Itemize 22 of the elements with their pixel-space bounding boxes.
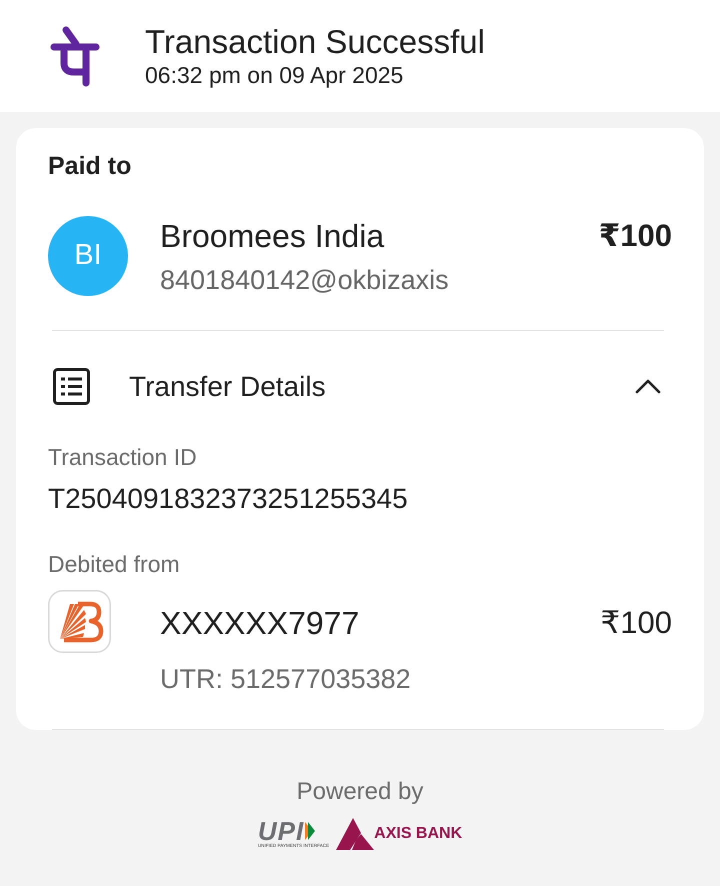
transaction-id: T2504091832373251255345 xyxy=(48,483,409,515)
field-label: Transaction ID xyxy=(48,443,198,471)
status-title: Transaction Successful xyxy=(145,23,485,61)
debited-amount: ₹100 xyxy=(600,604,672,642)
list-icon xyxy=(53,368,90,405)
section-heading: Paid to xyxy=(48,151,132,182)
avatar-initials: BI xyxy=(48,216,128,296)
payee-name: Broomees India xyxy=(160,217,386,255)
account-number: XXXXXX7977 xyxy=(160,604,360,642)
upi-logo-text: UPI xyxy=(258,819,304,843)
utr-number: UTR: 512577035382 xyxy=(160,663,412,696)
tricolour-arrow-icon xyxy=(305,822,316,840)
bank-logo-icon xyxy=(48,590,111,653)
powered-by-text: Powered by xyxy=(296,777,424,807)
field-label: Debited from xyxy=(48,550,181,578)
bank-logo-text: AXIS BANK xyxy=(374,824,462,844)
paid-amount: ₹100 xyxy=(598,217,672,255)
bank-emblem-icon xyxy=(336,818,374,850)
transfer-details-toggle[interactable]: Transfer Details xyxy=(48,368,672,405)
app-logo-icon xyxy=(50,25,100,87)
payee-upi-id: 8401840142@okbizaxis xyxy=(160,264,450,297)
timestamp: 06:32 pm on 09 Apr 2025 xyxy=(145,61,404,89)
